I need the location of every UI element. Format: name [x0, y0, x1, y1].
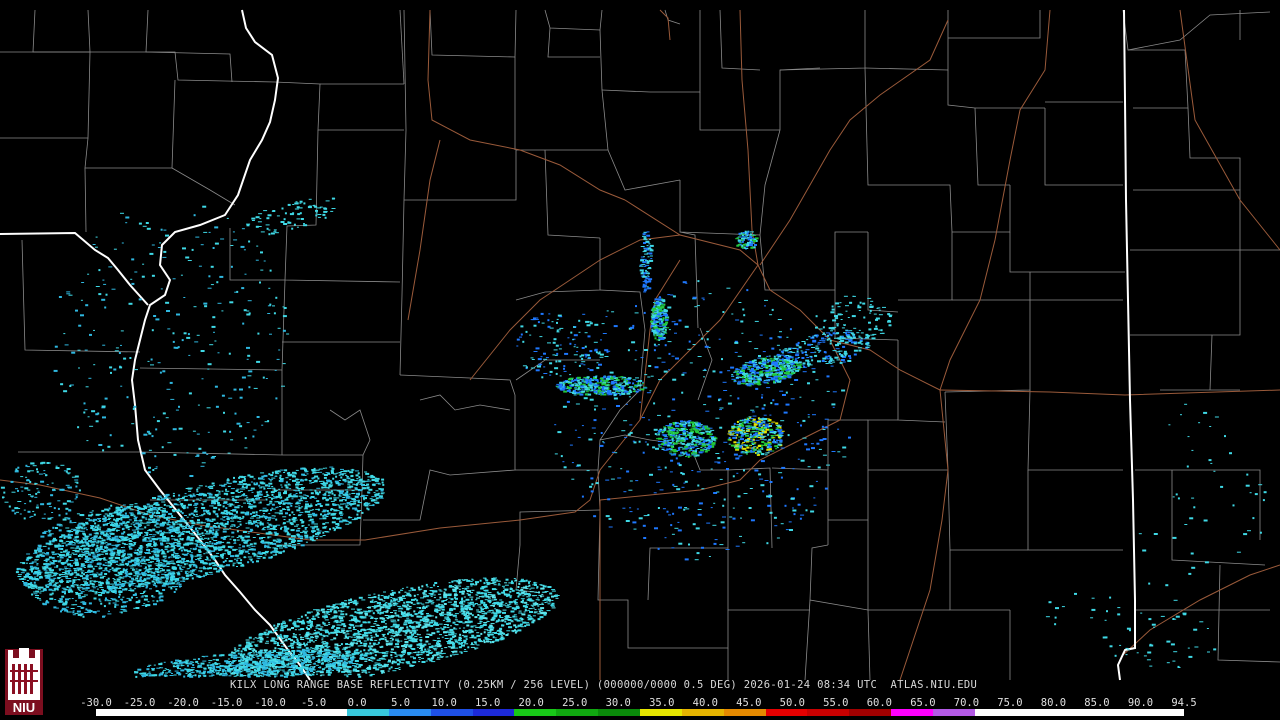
colorbar-segment: [681, 709, 724, 716]
colorbar-segment: [388, 709, 431, 716]
niu-logo: NIU: [4, 648, 44, 716]
colorbar-segment: [556, 709, 599, 716]
colorbar-segment: [598, 709, 640, 716]
colorbar-tick: 75.0: [997, 697, 1023, 709]
colorbar-segment: [932, 709, 975, 716]
colorbar-segment: [347, 709, 389, 716]
colorbar-tick: 25.0: [562, 697, 588, 709]
colorbar-segment: [974, 709, 1017, 716]
colorbar-segment: [1016, 709, 1059, 716]
colorbar-tick: 0.0: [347, 697, 367, 709]
colorbar-segment: [1142, 709, 1184, 716]
colorbar-tick: 90.0: [1127, 697, 1154, 709]
colorbar-segment: [849, 709, 892, 716]
colorbar-segment: [1058, 709, 1101, 716]
product-caption: KILX LONG RANGE BASE REFLECTIVITY (0.25K…: [230, 679, 978, 691]
colorbar-segment: [137, 709, 180, 716]
colorbar-segment: [263, 709, 306, 716]
colorbar-segment: [1100, 709, 1143, 716]
colorbar-segment: [221, 709, 264, 716]
colorbar-tick: -5.0: [300, 697, 327, 709]
colorbar-segment: [639, 709, 682, 716]
colorbar-tick: 35.0: [649, 697, 675, 709]
reflectivity-colorbar: [96, 709, 1184, 716]
colorbar-tick: 5.0: [391, 697, 411, 709]
colorbar-tick: 10.0: [431, 697, 457, 709]
colorbar-tick: 85.0: [1084, 697, 1110, 709]
colorbar-tick: 80.0: [1040, 697, 1067, 709]
colorbar-tick: 20.0: [518, 697, 544, 709]
colorbar-segment: [514, 709, 557, 716]
colorbar-segment: [891, 709, 933, 716]
colorbar-tick: 70.0: [953, 697, 980, 709]
colorbar-tick: 55.0: [823, 697, 849, 709]
colorbar-tick: -10.0: [254, 697, 286, 709]
colorbar-segment: [305, 709, 348, 716]
colorbar-segment: [179, 709, 222, 716]
colorbar-segment: [807, 709, 850, 716]
colorbar-tick: -20.0: [167, 697, 199, 709]
colorbar-segment: [723, 709, 766, 716]
colorbar-tick: 30.0: [605, 697, 631, 709]
colorbar-tick: 94.5: [1171, 697, 1197, 709]
colorbar-tick: 40.0: [692, 697, 718, 709]
colorbar-tick-labels: -30.0 -25.0 -20.0 -15.0 -10.0 -5.0 0.0 5.0 10.0 1…: [80, 697, 1197, 709]
colorbar-segment: [96, 709, 138, 716]
colorbar-segment: [430, 709, 473, 716]
colorbar-tick: 45.0: [736, 697, 762, 709]
colorbar-tick: 60.0: [866, 697, 893, 709]
colorbar-tick: 65.0: [910, 697, 936, 709]
colorbar-segment: [472, 709, 515, 716]
colorbar-tick: 50.0: [779, 697, 805, 709]
niu-logo-text: NIU: [13, 700, 35, 715]
colorbar-tick: -30.0: [80, 697, 112, 709]
radar-map: [0, 0, 1280, 720]
colorbar-tick: -15.0: [210, 697, 243, 709]
colorbar-tick: -25.0: [123, 697, 156, 709]
colorbar-segment: [765, 709, 808, 716]
colorbar-tick: 15.0: [475, 697, 501, 709]
